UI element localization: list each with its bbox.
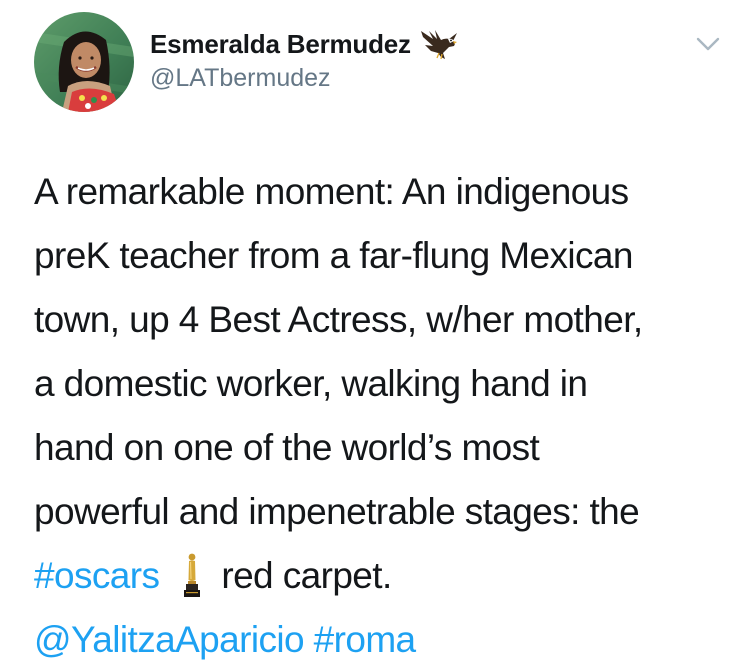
tweet-text-line: town, up 4 Best Actress, w/her mother, — [34, 299, 643, 340]
tweet-text-line: @YalitzaAparicio #roma — [34, 608, 734, 672]
chevron-down-icon[interactable] — [694, 34, 722, 54]
user-name-row[interactable]: Esmeralda Bermudez — [150, 27, 459, 61]
avatar[interactable] — [34, 12, 134, 112]
avatar-image — [34, 12, 134, 112]
tweet-text-line: preK teacher from a far-flung Mexican — [34, 235, 633, 276]
tweet-text-line: A remarkable moment: An indigenous — [34, 171, 629, 212]
tweet-text-line: #oscars red carpet. — [34, 544, 734, 608]
tweet-text-line: a domestic worker, walking hand in — [34, 363, 588, 404]
tweet-text-line: hand on one of the world’s most — [34, 427, 540, 468]
hashtag-oscars-link[interactable]: #oscars — [34, 555, 160, 596]
eagle-icon — [419, 27, 459, 61]
tweet-text-segment: red carpet. — [221, 555, 392, 596]
user-handle[interactable]: @LATbermudez — [150, 64, 331, 93]
tweet-text: A remarkable moment: An indigenous preK … — [34, 160, 734, 672]
tweet-card: Esmeralda Bermudez @LATbermudez A remark… — [0, 0, 750, 660]
tweet-text-line: powerful and impenetrable stages: the — [34, 491, 640, 532]
oscar-statuette-icon — [181, 552, 203, 598]
display-name[interactable]: Esmeralda Bermudez — [150, 29, 411, 60]
